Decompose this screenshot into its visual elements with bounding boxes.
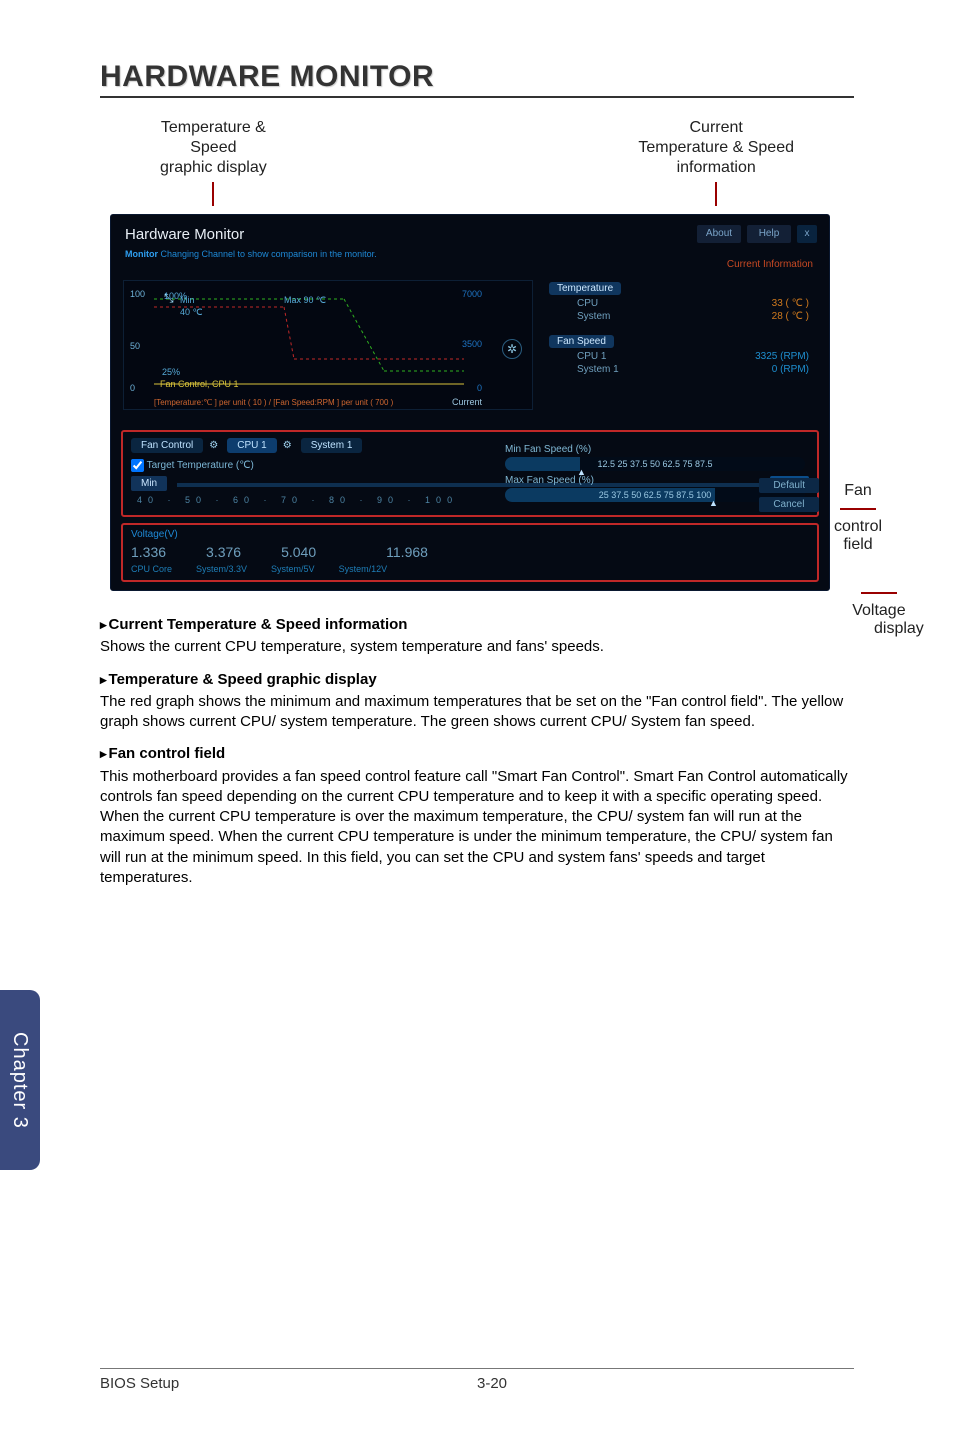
anno-text: Speed: [190, 138, 236, 158]
slider-pointer-icon: ▲: [577, 465, 586, 479]
anno-text: Fan: [844, 482, 872, 499]
anno-graph-display: Temperature & Speed graphic display: [160, 118, 267, 206]
page-footer: BIOS Setup 3-20: [100, 1368, 854, 1392]
y2-axis-0: 0: [477, 383, 482, 393]
y2-axis-3500: 3500: [462, 339, 482, 349]
current-info-panel: Temperature CPU 33 ( ℃ ) System 28 ( ℃ ) F…: [543, 280, 819, 410]
voltage-lab-3v3: System/3.3V: [196, 564, 247, 574]
min-fan-speed-label: Min Fan Speed (%): [505, 444, 805, 455]
temperature-tab[interactable]: Temperature: [549, 282, 621, 295]
callout-line: [715, 182, 717, 206]
label-max: Max 90 ℃: [284, 295, 326, 306]
fan-cpu1-value: 3325 (RPM): [755, 351, 809, 362]
section-para: The red graph shows the minimum and maxi…: [100, 692, 854, 733]
slider-values: 12.5 25 37.5 50 62.5 75 87.5: [597, 459, 712, 469]
voltage-cpu-core: 1.336: [131, 544, 166, 560]
voltage-lab-cpucore: CPU Core: [131, 564, 172, 574]
top-annotations: Temperature & Speed graphic display Curr…: [100, 118, 854, 214]
hardware-monitor-window: Hardware Monitor About Help x Monitor Ch…: [110, 214, 830, 591]
tab-cpu1[interactable]: CPU 1: [227, 438, 276, 453]
fanspeed-tab[interactable]: Fan Speed: [549, 335, 614, 348]
min-button[interactable]: Min: [131, 476, 167, 491]
callout-line: [861, 592, 897, 594]
graph-scale-note: [Temperature:℃ ] per unit ( 10 ) / [Fan …: [154, 398, 393, 407]
tab-system1[interactable]: System 1: [301, 438, 363, 453]
callout-line: [212, 182, 214, 206]
fan-control-field: Fan Control ⚙ CPU 1 ⚙ System 1 Target Te…: [121, 430, 819, 517]
temp-speed-graph: 100 50 0 ⤡ 100% Min 40 ℃: [123, 280, 533, 410]
anno-current-info: Current Temperature & Speed information: [638, 118, 794, 206]
anno-text: Temperature & Speed: [638, 138, 794, 158]
fan-sys1-label: System 1: [577, 364, 619, 375]
gear-icon[interactable]: ⚙: [283, 440, 295, 452]
anno-text: Temperature &: [161, 118, 266, 138]
temp-cpu-label: CPU: [577, 298, 598, 309]
voltage-5v: 5.040: [281, 544, 316, 560]
gear-icon[interactable]: ⚙: [209, 440, 221, 452]
min-fan-speed-slider[interactable]: 12.5 25 37.5 50 62.5 75 87.5▲: [505, 457, 805, 471]
temp-cpu-value: 33 ( ℃ ): [772, 298, 809, 309]
voltage-header: Voltage(V): [131, 529, 809, 540]
monitor-note: Monitor Changing Channel to show compari…: [111, 249, 829, 259]
section-heading-current: Current Temperature & Speed information: [100, 615, 854, 635]
window-title: Hardware Monitor: [125, 226, 244, 243]
temp-system-label: System: [577, 311, 610, 322]
fan-sys1-value: 0 (RPM): [772, 364, 809, 375]
anno-text: Voltage: [852, 602, 905, 619]
window-titlebar: Hardware Monitor About Help x: [111, 215, 829, 249]
target-temp-check[interactable]: [131, 459, 144, 472]
section-heading-graph: Temperature & Speed graphic display: [100, 670, 854, 690]
label-40c: 40 ℃: [180, 307, 203, 318]
label-25pct: 25%: [162, 367, 180, 377]
label-fan-control: Fan Control, CPU 1: [160, 379, 239, 389]
body-section: Current Temperature & Speed information …: [100, 615, 854, 888]
footer-page-number: 3-20: [477, 1375, 507, 1392]
voltage-3v3: 3.376: [206, 544, 241, 560]
y2-axis-7000: 7000: [462, 289, 482, 299]
monitor-note-text: Changing Channel to show comparison in t…: [158, 249, 377, 259]
section-para: Shows the current CPU temperature, syste…: [100, 637, 854, 657]
fan-control-label: Fan Control: [131, 438, 203, 453]
section-heading-fan: Fan control field: [100, 744, 854, 764]
monitor-label: Monitor: [125, 249, 158, 259]
chapter-tab: Chapter 3: [0, 990, 40, 1170]
voltage-lab-5v: System/5V: [271, 564, 315, 574]
page-title: HARDWARE MONITOR: [100, 60, 854, 98]
anno-voltage: Voltage display: [834, 584, 924, 638]
anno-text: display: [874, 620, 924, 637]
anno-text: control field: [834, 518, 882, 553]
voltage-panel: Voltage(V) 1.336 3.376 5.040 11.968 CPU …: [121, 523, 819, 582]
temp-system-value: 28 ( ℃ ): [772, 311, 809, 322]
current-info-header: Current Information: [111, 259, 829, 274]
help-button[interactable]: Help: [747, 225, 791, 243]
anno-text: information: [677, 158, 756, 178]
fan-icon: ✲: [502, 339, 522, 359]
footer-section: BIOS Setup: [100, 1375, 477, 1392]
close-button[interactable]: x: [797, 225, 817, 243]
fan-cpu1-label: CPU 1: [577, 351, 606, 362]
anno-text: graphic display: [160, 158, 267, 178]
y-axis-100: 100: [130, 289, 145, 299]
voltage-12v: 11.968: [386, 544, 428, 560]
section-para: This motherboard provides a fan speed co…: [100, 767, 854, 889]
cancel-button[interactable]: Cancel: [759, 497, 819, 512]
about-button[interactable]: About: [697, 225, 741, 243]
anno-fan-field: Fan control field: [834, 482, 882, 554]
label-min: Min: [180, 295, 195, 305]
y-axis-0: 0: [130, 383, 135, 393]
slider-pointer-icon: ▲: [709, 496, 718, 510]
y-axis-50: 50: [130, 341, 140, 351]
default-button[interactable]: Default: [759, 478, 819, 493]
target-temp-label: Target Temperature (℃): [147, 460, 254, 471]
anno-text: Current: [689, 118, 742, 138]
voltage-lab-12v: System/12V: [339, 564, 388, 574]
callout-line: [840, 508, 876, 510]
label-current: Current: [452, 397, 482, 407]
slider-values: 25 37.5 50 62.5 75 87.5 100: [599, 490, 712, 500]
